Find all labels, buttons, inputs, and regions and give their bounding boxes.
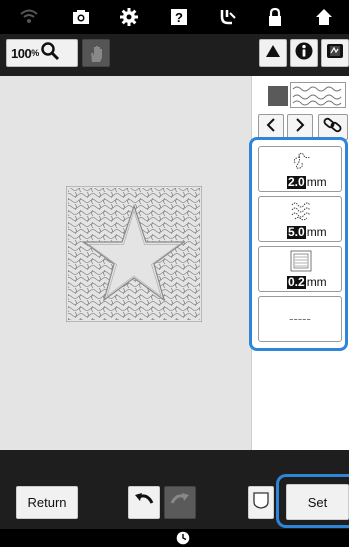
triangle-icon (264, 43, 282, 64)
lock-icon[interactable] (264, 6, 286, 28)
redo-button[interactable] (164, 486, 196, 519)
stipple-spacing-button[interactable]: 2.0 mm (258, 146, 342, 192)
gear-icon[interactable] (118, 6, 140, 28)
triangle-button[interactable] (259, 39, 287, 67)
offset-button[interactable]: 0.2 mm (258, 246, 342, 292)
value-unit: mm (306, 175, 327, 189)
info-button[interactable] (290, 39, 318, 67)
wifi-icon[interactable] (18, 6, 40, 28)
offset-value: 0.2 mm (287, 275, 327, 289)
pattern-thumbnail[interactable] (290, 82, 346, 108)
stipple-settings-group: 2.0 mm 5.0 mm 0.2 mm ----- (249, 137, 348, 351)
shield-outline-icon (252, 490, 270, 515)
value-number: 0.2 (287, 274, 306, 289)
undo-button[interactable] (128, 486, 160, 519)
film-icon (325, 42, 345, 65)
status-bar (0, 529, 349, 547)
chevron-left-icon (265, 117, 277, 137)
value-number: 5.0 (287, 224, 306, 239)
embroidery-canvas[interactable] (0, 76, 251, 450)
empty-placeholder: ----- (289, 311, 311, 326)
empty-option-button[interactable]: ----- (258, 296, 342, 342)
hand-icon (88, 44, 106, 69)
zoom-button[interactable]: 100 % (6, 39, 78, 67)
value-number: 2.0 (287, 174, 306, 189)
clock-icon (176, 531, 190, 545)
zoom-value: 100 (11, 45, 32, 61)
info-icon (294, 41, 314, 66)
stipple-spacing-value: 2.0 mm (287, 175, 327, 189)
help-icon[interactable]: ? (168, 6, 190, 28)
hand-pan-button[interactable] (82, 39, 110, 67)
stipple-pattern-preview (65, 185, 203, 323)
redo-icon (169, 491, 191, 514)
toolbar: 100 % (0, 34, 349, 76)
return-button[interactable]: Return (16, 486, 78, 519)
camera-icon[interactable] (70, 6, 92, 28)
value-unit: mm (306, 225, 327, 239)
fill-pattern-icon (290, 250, 312, 277)
home-icon[interactable] (313, 6, 335, 28)
shape-button[interactable] (248, 486, 274, 519)
zoom-unit: % (31, 48, 40, 58)
thread-color-swatch[interactable] (268, 86, 288, 106)
stipple-distance-button[interactable]: 5.0 mm (258, 196, 342, 242)
bottom-bar: Return Set (0, 450, 349, 529)
top-bar: ? (0, 0, 349, 34)
thread-icon[interactable] (217, 6, 239, 28)
stipple-distance-value: 5.0 mm (287, 225, 327, 239)
value-unit: mm (306, 275, 327, 289)
stipple-dense-icon (289, 200, 313, 227)
undo-icon (133, 491, 155, 514)
stipple-sparse-icon (291, 151, 313, 176)
set-button[interactable]: Set (286, 484, 349, 520)
chevron-right-icon (294, 117, 306, 137)
chain-link-icon (323, 116, 343, 139)
magnifier-icon (40, 41, 60, 66)
svg-text:?: ? (175, 10, 183, 25)
film-button[interactable] (321, 39, 349, 67)
